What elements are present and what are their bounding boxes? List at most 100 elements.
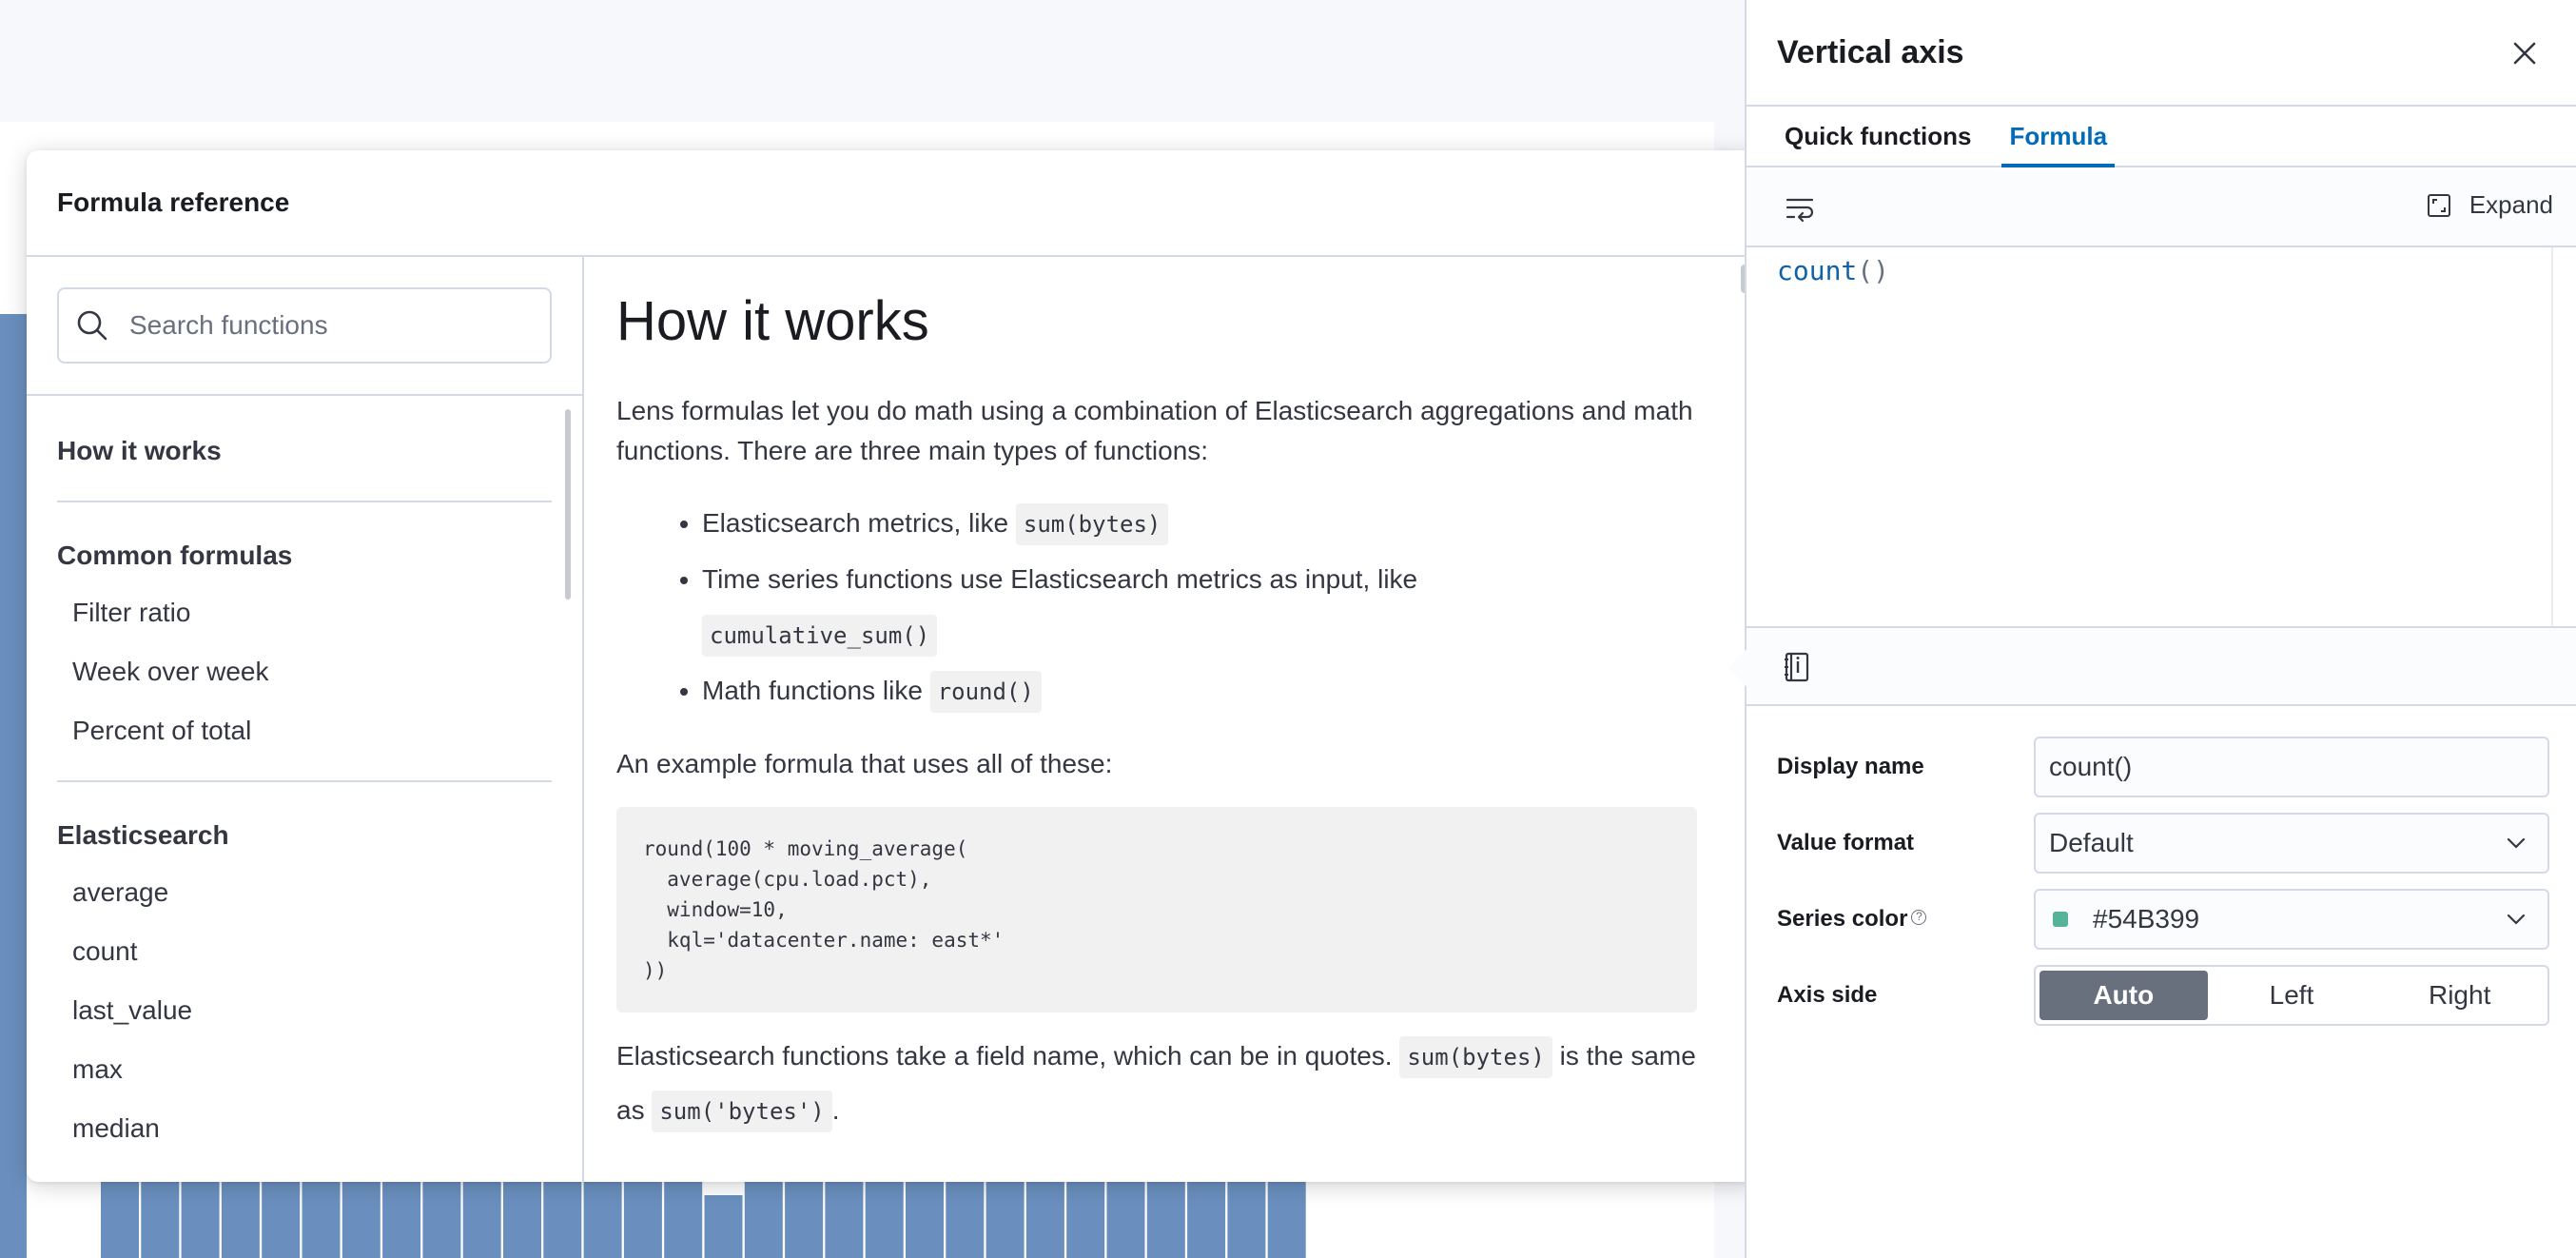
series-color-picker[interactable]: #54B399 [2034,889,2549,950]
series-color-label: Series color [1777,906,1908,932]
intro-paragraph: Lens formulas let you do math using a co… [616,396,1693,465]
editor-toolbar: Expand [1747,169,2576,247]
chart-bar [543,1182,582,1258]
chart-bar [1267,1182,1306,1258]
axis-side-label: Axis side [1777,982,1878,1008]
sidebar-item-last-value[interactable]: last_value [57,995,552,1026]
sidebar-item-count[interactable]: count [57,936,552,967]
list-item: Time series functions use Elasticsearch … [702,552,1697,663]
content-heading: How it works [616,290,929,352]
chart-bar [342,1182,381,1258]
sidebar-heading-elasticsearch: Elasticsearch [57,820,229,850]
chart-bar [1227,1182,1266,1258]
chart-bar [744,1182,783,1258]
sidebar-item-week-over-week[interactable]: Week over week [57,657,552,687]
chevron-down-icon [2507,837,2526,849]
fields-text: Elasticsearch functions take a field nam… [616,1041,1393,1071]
search-functions-input[interactable] [129,310,529,341]
popover-header: Formula reference [27,150,1760,257]
sidebar-nav: How it works Common formulas Filter rati… [27,398,582,1144]
sidebar-item-average[interactable]: average [57,877,552,908]
color-swatch [2053,912,2068,927]
chart-bar [1187,1182,1226,1258]
flyout-title: Vertical axis [1777,33,1964,70]
chart-bar [382,1182,421,1258]
display-name-field[interactable]: count() [2034,737,2549,797]
value-format-row: Value format Default [1777,813,2549,874]
search-box[interactable] [57,287,552,364]
chart-bar [101,1182,139,1258]
flyout-tabs: Quick functions Formula [1747,107,2576,167]
list-item-text: Time series functions use Elasticsearch … [702,564,1418,594]
search-icon [77,310,107,341]
chart-bar [986,1182,1025,1258]
function-types-list: Elasticsearch metrics, like sum(bytes) T… [702,496,1697,719]
fields-paragraph: Elasticsearch functions take a field nam… [616,1030,1697,1138]
formula-editor[interactable]: count() [1747,247,2553,626]
axis-side-button-group: Auto Left Right [2034,965,2549,1026]
inline-code: sum(bytes) [1015,503,1169,545]
chart-bar [302,1182,341,1258]
sidebar-group-how-it-works: How it works [27,398,582,501]
popover-pointer [1729,649,1747,687]
display-name-label: Display name [1777,754,1924,779]
help-icon[interactable]: ? [1911,910,1927,925]
word-wrap-icon[interactable] [1785,194,1815,223]
sidebar-group-common-formulas: Common formulas Filter ratio Week over w… [27,502,582,746]
chart-bar [906,1182,944,1258]
close-icon[interactable] [2508,36,2542,70]
formula-parens: () [1857,255,1890,286]
chart-bar [181,1182,220,1258]
chart-bar [946,1182,985,1258]
sidebar-item-median[interactable]: median [57,1113,552,1144]
sidebar-item-how-it-works[interactable]: How it works [57,436,552,466]
sidebar-item-max[interactable]: max [57,1054,552,1085]
flyout-header: Vertical axis [1747,0,2576,107]
search-area [27,257,582,396]
chart-bar [221,1182,260,1258]
sidebar-heading-common-formulas: Common formulas [57,541,293,570]
formula-text: count() [1777,255,1889,286]
expand-button[interactable]: Expand [2426,190,2553,220]
vertical-axis-flyout: Vertical axis Quick functions Formula Ex… [1729,0,2576,1258]
documentation-book-icon[interactable] [1783,651,1811,683]
inline-code: sum('bytes') [652,1091,832,1132]
list-item: Elasticsearch metrics, like sum(bytes) [702,496,1697,552]
chart-bar [664,1182,703,1258]
chart-bar [1066,1182,1105,1258]
chart-bar [0,314,27,1258]
list-item-text: Elasticsearch metrics, like [702,508,1016,538]
axis-side-auto-button[interactable]: Auto [2039,971,2208,1020]
chart-bar [262,1182,301,1258]
sidebar-group-elasticsearch: Elasticsearch average count last_value m… [27,782,582,1144]
sidebar-item-percent-of-total[interactable]: Percent of total [57,716,552,746]
expand-icon [2427,193,2450,217]
chart-bar [825,1182,864,1258]
tab-formula[interactable]: Formula [2001,107,2115,167]
display-name-value: count() [2049,752,2133,781]
chart-bar [141,1182,180,1258]
chart-bar [865,1182,904,1258]
sidebar-item-filter-ratio[interactable]: Filter ratio [57,598,552,628]
example-code-block: round(100 * moving_average( average(cpu.… [616,807,1697,1012]
popover-title: Formula reference [57,187,290,217]
chart-bar [1146,1182,1185,1258]
value-format-select[interactable]: Default [2034,813,2549,874]
chart-bar [503,1182,541,1258]
inline-code: cumulative_sum() [702,615,938,657]
series-color-value: #54B399 [2093,904,2200,934]
editor-footer [1729,626,2576,706]
axis-side-left-button[interactable]: Left [2208,971,2376,1020]
axis-side-right-button[interactable]: Right [2375,971,2544,1020]
chart-bar [704,1195,743,1258]
inline-code: sum(bytes) [1399,1036,1552,1078]
tab-quick-functions[interactable]: Quick functions [1777,107,1979,166]
value-format-label: Value format [1777,830,1915,855]
chart-bar [1106,1182,1145,1258]
chart-bar [623,1182,662,1258]
reference-content: How it works Lens formulas let you do ma… [586,257,1760,1182]
expand-label: Expand [2469,190,2553,219]
inline-code: round() [929,671,1042,713]
chevron-down-icon [2507,914,2526,925]
reference-sidebar: How it works Common formulas Filter rati… [27,257,584,1182]
